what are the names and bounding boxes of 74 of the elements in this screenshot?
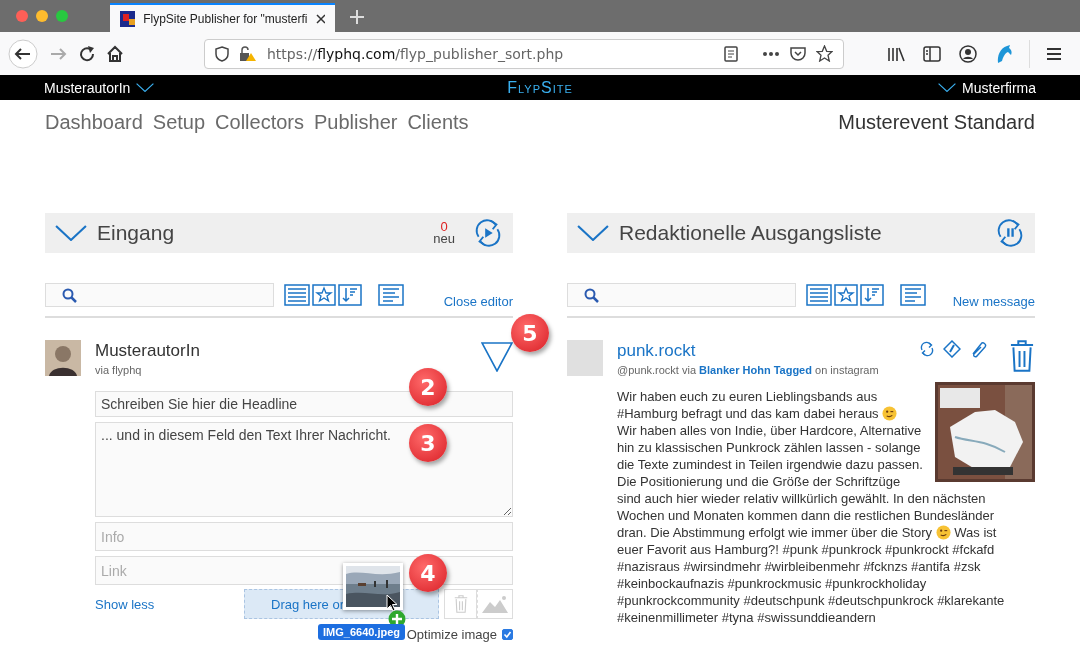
- star-filter-icon[interactable]: [834, 284, 858, 306]
- back-icon[interactable]: [8, 38, 38, 69]
- library-icon[interactable]: [887, 45, 905, 62]
- author-name: MusterautorIn: [95, 341, 201, 361]
- repost-icon[interactable]: [919, 341, 935, 357]
- refresh-play-icon[interactable]: [473, 217, 503, 249]
- step-marker: 4: [409, 554, 447, 592]
- nav-link[interactable]: Dashboard: [45, 111, 143, 134]
- panel-title: Redaktionelle Ausgangsliste: [619, 221, 883, 245]
- app-logo: FlypSite: [506, 78, 574, 97]
- info-field[interactable]: Info: [95, 522, 513, 551]
- sort-icon[interactable]: [338, 284, 362, 306]
- winking-face-icon: [882, 406, 898, 421]
- sidebar-icon[interactable]: [923, 45, 941, 62]
- new-count: 0 neu: [433, 221, 455, 245]
- browser-tab[interactable]: FlypSite Publisher for "musterfi: [110, 3, 335, 32]
- minimize-window-icon[interactable]: [36, 10, 48, 22]
- file-name-label: IMG_6640.jpeg: [318, 624, 406, 640]
- avatar: [567, 340, 603, 376]
- author-link[interactable]: punk.rockt: [617, 341, 919, 361]
- chevron-down-icon[interactable]: [55, 225, 87, 241]
- user-menu[interactable]: MusterautorIn: [44, 79, 131, 96]
- url-text: https://flyphq.com/flyp_publisher_sort.php: [267, 45, 564, 62]
- address-bar[interactable]: https://flyphq.com/flyp_publisher_sort.php: [204, 38, 844, 69]
- step-marker: 2: [409, 368, 447, 406]
- bookmark-star-icon[interactable]: [816, 45, 833, 62]
- insecure-lock-icon: [239, 45, 257, 62]
- image-icon: [481, 594, 509, 614]
- pocket-icon[interactable]: [790, 46, 806, 61]
- optimize-checkbox[interactable]: [502, 629, 513, 640]
- search-icon: [62, 287, 77, 303]
- refresh-pause-icon[interactable]: [995, 217, 1025, 249]
- panel-title: Eingang: [97, 221, 176, 245]
- triangle-down-icon[interactable]: [481, 342, 513, 372]
- chevron-down-icon[interactable]: [577, 225, 609, 241]
- search-icon: [584, 287, 599, 303]
- list-view-icon[interactable]: [806, 284, 832, 306]
- site-favicon-icon: [120, 10, 136, 27]
- home-icon[interactable]: [106, 44, 124, 63]
- shield-icon: [215, 45, 229, 62]
- close-editor-link[interactable]: Close editor: [443, 294, 513, 309]
- source-label: via flyphq: [95, 364, 143, 376]
- zoom-window-icon[interactable]: [56, 10, 68, 22]
- chevron-down-icon[interactable]: [938, 83, 957, 92]
- new-message-link[interactable]: New message: [952, 294, 1035, 309]
- tag-edit-icon[interactable]: [943, 340, 961, 358]
- company-menu[interactable]: Musterfirma: [962, 79, 1036, 96]
- source-label: @punk.rockt via Blanker Hohn Tagged on instagram: [617, 364, 880, 376]
- align-text-icon[interactable]: [378, 284, 404, 306]
- nav-link[interactable]: Collectors: [215, 111, 305, 134]
- message-text: Wir haben euch zu euren Lieblingsbands aus #Hamburg befragt und das kam dabei heraus Wir haben alles von Indie, über Hardcore, Alternative hin zu klassischen Punkrock zählen lassen - solange die Texte zumindest in Teilen irgendwie dazu passen. Die Positionierung und die Größe der Schriftzüge sind auch hier wieder relativ willkürlich gewählt. In den nächsten Wochen und Monaten kommen dann die restlichen Bundesländer dran. Die Abstimmung erfolgt wie immer über die Story Was ist euer Favorit aus Hamburg?! #punk #punkrock #punkrockt #fckafd #nazisraus #wirsindmehr #wirbleibenmehr #fcknzs #antifa #zsk #keinbockaufnazis #punkrockmusic #punkrockholiday #punkrockcommunity #deutschpunk #deutschpunkrock #klarekante #keinenmillimeter #tyna #swissunddieandern: [617, 388, 1019, 626]
- nav-link[interactable]: Publisher: [314, 111, 398, 134]
- trash-icon[interactable]: [1009, 340, 1035, 372]
- sort-icon[interactable]: [860, 284, 884, 306]
- menu-icon[interactable]: [1046, 46, 1062, 61]
- show-less-link[interactable]: Show less: [95, 596, 155, 612]
- search-field[interactable]: [45, 283, 274, 307]
- avatar: [45, 340, 81, 376]
- optimize-image-label: Optimize image: [406, 627, 497, 642]
- align-text-icon[interactable]: [900, 284, 926, 306]
- step-marker: 5: [511, 314, 549, 352]
- nav-link[interactable]: Clients: [407, 111, 469, 134]
- reader-view-icon[interactable]: [724, 45, 738, 62]
- more-icon[interactable]: [762, 50, 780, 57]
- account-icon[interactable]: [959, 44, 977, 63]
- nav-link[interactable]: Setup: [152, 111, 206, 134]
- event-name: Musterevent Standard: [838, 111, 1035, 134]
- close-tab-icon[interactable]: [315, 13, 325, 24]
- chevron-down-icon[interactable]: [136, 83, 155, 92]
- list-view-icon[interactable]: [284, 284, 310, 306]
- reload-icon[interactable]: [78, 44, 96, 63]
- winking-face-icon: [935, 525, 951, 540]
- search-field[interactable]: [567, 283, 796, 307]
- star-filter-icon[interactable]: [312, 284, 336, 306]
